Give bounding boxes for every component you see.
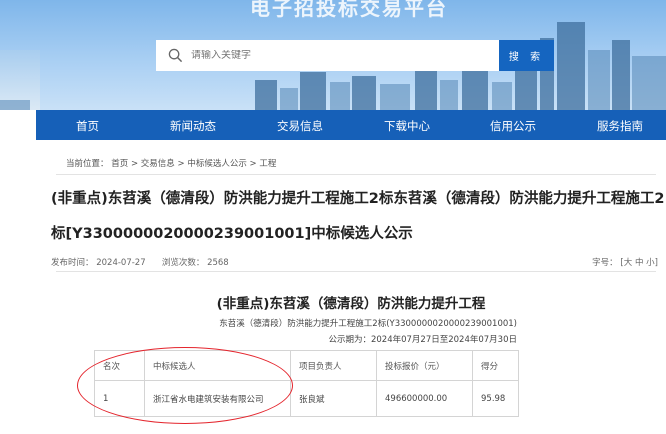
breadcrumb-candidates[interactable]: 中标候选人公示 <box>187 159 247 169</box>
document-subheading: 东苕溪（德清段）防洪能力提升工程施工2标(Y330000002000023900… <box>219 319 517 329</box>
breadcrumb-home[interactable]: 首页 <box>111 159 128 169</box>
breadcrumb-prefix: 当前位置： <box>66 159 109 169</box>
font-size-control: 字号： [大 中 小] <box>592 258 658 268</box>
nav-item-news[interactable]: 新闻动态 <box>170 118 216 134</box>
views-label: 浏览次数： <box>161 258 205 268</box>
breadcrumb-separator: > <box>177 159 185 169</box>
breadcrumb-engineering[interactable]: 工程 <box>259 159 276 169</box>
col-manager: 项目负责人 <box>290 350 377 381</box>
divider <box>56 271 656 272</box>
nav-item-service-guide[interactable]: 服务指南 <box>597 118 643 134</box>
breadcrumb: 当前位置： 首页 > 交易信息 > 中标候选人公示 > 工程 <box>66 157 276 169</box>
publicity-period: 公示期为：2024年07月27日至2024年07月30日 <box>328 335 517 345</box>
font-size-large[interactable]: 大 <box>624 258 633 268</box>
nav-item-downloads[interactable]: 下载中心 <box>384 118 430 134</box>
page-title: (非重点)东苕溪（德清段）防洪能力提升工程施工2标东苕溪（德清段）防洪能力提升工… <box>51 191 665 242</box>
font-size-medium[interactable]: 中 <box>635 258 644 268</box>
header-banner: 电子招投标交易平台 搜 索 <box>0 0 666 110</box>
breadcrumb-separator: > <box>249 159 257 169</box>
nav-item-credit[interactable]: 信用公示 <box>490 118 536 134</box>
cell-bid-price: 496600000.00 <box>376 380 473 417</box>
publish-info: 发布时间： 2024-07-27 浏览次数： 2568 <box>51 256 229 268</box>
annotation-oval <box>77 347 293 424</box>
publish-time: 2024-07-27 <box>96 258 146 268</box>
search-input[interactable] <box>191 50 471 61</box>
font-size-small[interactable]: 小 <box>646 258 655 268</box>
col-score: 得分 <box>472 350 519 381</box>
publish-time-label: 发布时间： <box>51 258 94 268</box>
cell-manager: 张良斌 <box>290 380 377 417</box>
divider <box>56 174 656 175</box>
search-field[interactable] <box>156 40 499 71</box>
col-bid-price: 投标报价（元） <box>376 350 473 381</box>
search-button[interactable]: 搜 索 <box>499 40 554 71</box>
search-bar: 搜 索 <box>156 40 554 71</box>
font-size-label: 字号： <box>592 258 618 268</box>
breadcrumb-trading-info[interactable]: 交易信息 <box>141 159 175 169</box>
nav-item-trading-info[interactable]: 交易信息 <box>277 118 323 134</box>
views-count: 2568 <box>207 258 229 268</box>
document-heading: (非重点)东苕溪（德清段）防洪能力提升工程 <box>216 296 486 312</box>
site-title: 电子招投标交易平台 <box>250 0 448 20</box>
nav-item-home[interactable]: 首页 <box>76 118 99 134</box>
breadcrumb-separator: > <box>130 159 139 169</box>
search-icon <box>168 48 183 63</box>
cell-score: 95.98 <box>472 380 519 417</box>
main-nav: 首页 新闻动态 交易信息 下载中心 信用公示 服务指南 <box>36 110 666 140</box>
